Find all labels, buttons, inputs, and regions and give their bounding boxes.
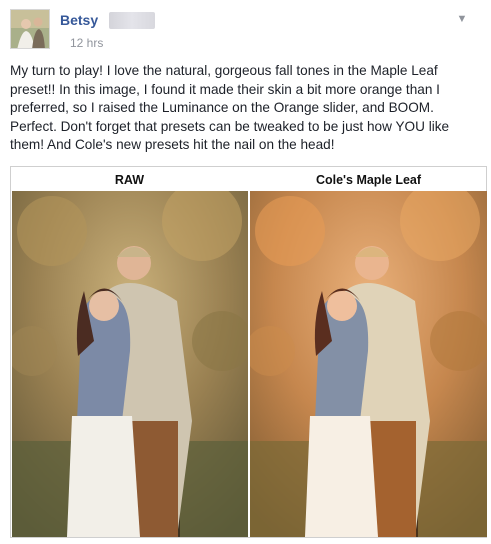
raw-label: RAW (114, 173, 145, 187)
post-timestamp[interactable]: 12 hrs (70, 36, 103, 50)
preset-photo (250, 191, 487, 537)
redacted-surname (109, 12, 155, 29)
post-header: Betsy 12 hrs ▼ (10, 9, 480, 53)
author-name[interactable]: Betsy (60, 12, 98, 28)
comparison-image[interactable]: RAW Cole's Maple Leaf (10, 166, 487, 538)
avatar[interactable] (10, 9, 50, 49)
post-text: My turn to play! I love the natural, gor… (10, 63, 450, 153)
preset-label: Cole's Maple Leaf (315, 173, 422, 187)
facebook-post: Betsy 12 hrs ▼ My turn to play! I love t… (0, 0, 491, 544)
raw-photo (12, 191, 249, 537)
chevron-down-icon[interactable]: ▼ (454, 11, 470, 27)
